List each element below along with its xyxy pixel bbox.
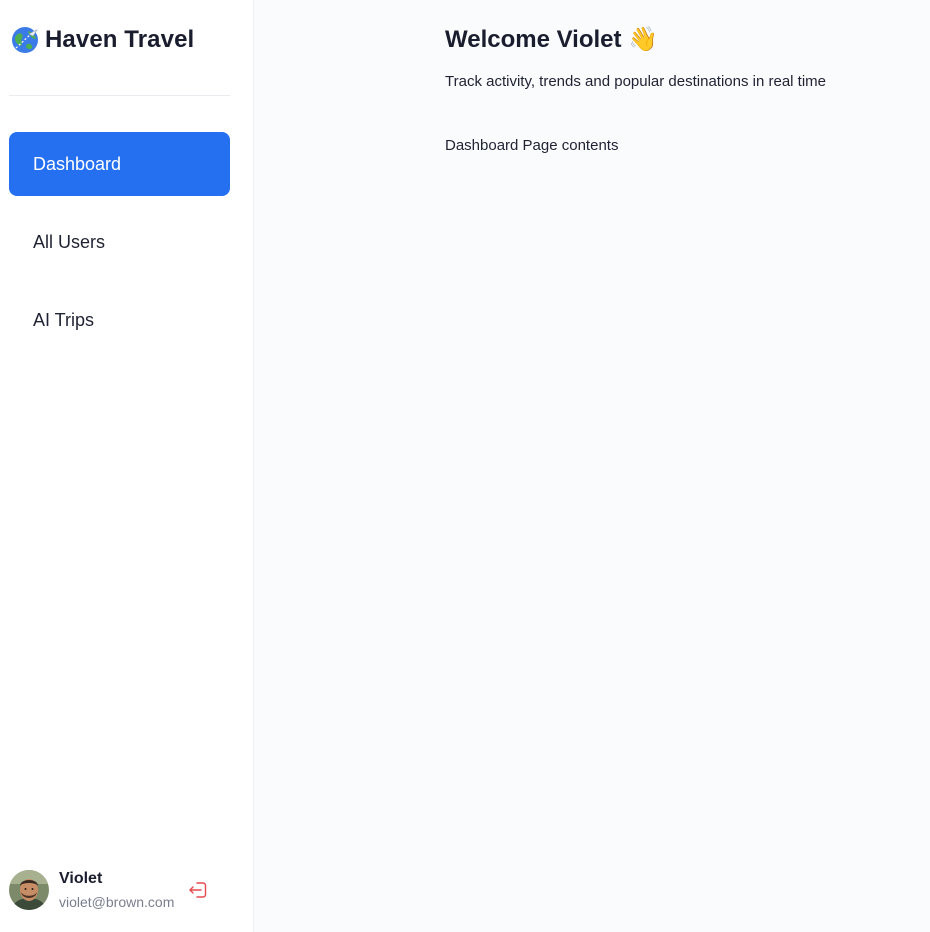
page-subtitle: Track activity, trends and popular desti… [445,73,827,90]
page-title: Welcome Violet 👋 [445,26,659,53]
brand-name: Haven Travel [45,26,195,53]
sidebar-item-ai-trips[interactable]: AI Trips [9,288,230,352]
sidebar-item-label: Dashboard [33,153,122,174]
user-email: violet@brown.com [59,893,175,910]
globe-airplane-icon [9,24,41,56]
sidebar-item-all-users[interactable]: All Users [9,210,230,274]
user-name: Violet [59,869,103,887]
page-contents: Dashboard Page contents [445,137,619,154]
logout-button[interactable] [187,878,211,902]
sidebar-item-label: AI Trips [33,309,95,330]
sidebar-item-dashboard[interactable]: Dashboard [9,132,230,196]
sidebar-item-label: All Users [33,231,106,252]
logout-icon [189,882,207,898]
user-avatar[interactable] [9,870,49,910]
user-card: Violet violet@brown.com [9,869,229,911]
sidebar-nav: Dashboard All Users AI Trips [9,132,230,366]
user-info: Violet violet@brown.com [59,869,175,912]
sidebar: Haven Travel Dashboard All Users AI Trip… [0,0,254,932]
app-root: Haven Travel Dashboard All Users AI Trip… [0,0,930,932]
brand[interactable]: Haven Travel [9,24,194,56]
sidebar-divider [9,95,230,96]
main-content: Welcome Violet 👋 Track activity, trends … [255,0,930,932]
